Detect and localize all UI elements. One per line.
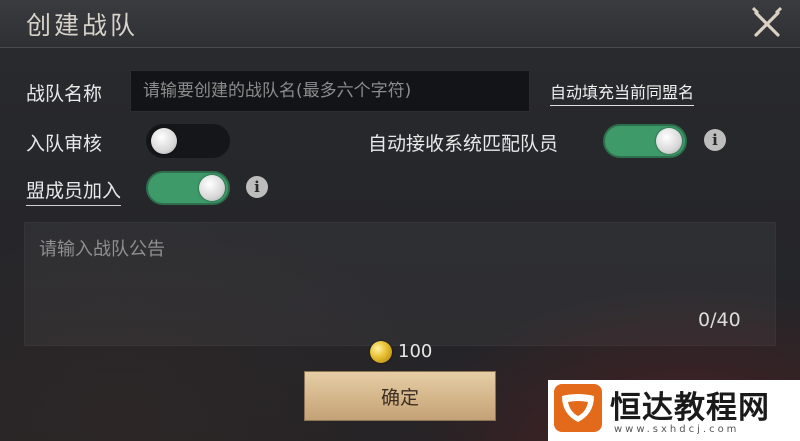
- gold-coin-icon: [370, 341, 392, 363]
- auto-accept-toggle[interactable]: [603, 124, 687, 158]
- auto-accept-info-icon[interactable]: i: [704, 129, 726, 151]
- close-icon[interactable]: [748, 4, 786, 42]
- alliance-join-toggle[interactable]: [146, 171, 230, 205]
- team-notice-textarea[interactable]: [24, 222, 776, 346]
- confirm-button[interactable]: 确定: [304, 371, 496, 421]
- join-review-toggle[interactable]: [146, 124, 230, 158]
- watermark-text: 恒达教程网: [610, 390, 770, 426]
- toggle-knob: [199, 175, 225, 201]
- auto-accept-label: 自动接收系统匹配队员: [368, 133, 559, 155]
- dialog-header: 创建战队: [0, 0, 800, 48]
- cost-amount: 100: [398, 341, 433, 362]
- watermark-url: www.sxhdcj.com: [614, 424, 740, 435]
- create-team-dialog: 创建战队 战队名称 自动填充当前同盟名 入队审核 自动接收系统匹配队员 i 盟成…: [0, 0, 800, 441]
- notice-char-counter: 0/40: [698, 309, 741, 331]
- alliance-join-info-icon[interactable]: i: [246, 176, 268, 198]
- toggle-knob: [151, 128, 177, 154]
- autofill-alliance-name-link[interactable]: 自动填充当前同盟名: [550, 79, 695, 106]
- alliance-join-label[interactable]: 盟成员加入: [26, 176, 122, 206]
- watermark-logo-icon: [554, 384, 602, 432]
- dialog-title: 创建战队: [26, 11, 139, 40]
- join-review-label: 入队审核: [26, 133, 103, 155]
- toggle-knob: [656, 128, 682, 154]
- team-name-input[interactable]: [130, 70, 530, 112]
- team-name-label: 战队名称: [26, 83, 103, 105]
- watermark: 恒达教程网 www.sxhdcj.com: [548, 380, 800, 441]
